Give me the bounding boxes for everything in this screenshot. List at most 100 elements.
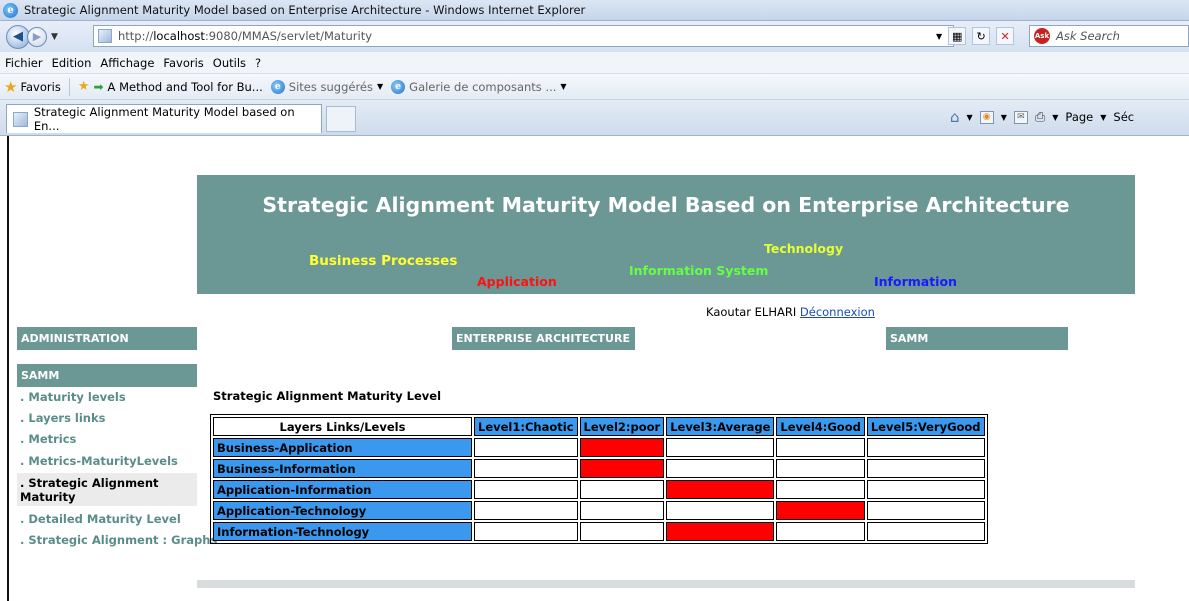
sidebar-item-detailed-maturity-level[interactable]: . Detailed Maturity Level <box>20 512 181 526</box>
feeds-dropdown-icon[interactable]: ▼ <box>1001 113 1007 122</box>
ie-logo-icon: e <box>3 2 18 18</box>
nav-administration[interactable]: ADMINISTRATION <box>17 327 197 350</box>
refresh-icon[interactable]: ↻ <box>972 27 991 45</box>
galerie-dropdown-icon[interactable]: ▼ <box>560 82 566 91</box>
table-row: Application-Technology <box>213 501 985 520</box>
url-prefix: http:// <box>118 29 154 43</box>
table-corner-header: Layers Links/Levels <box>213 417 472 436</box>
menu-favoris[interactable]: Favoris <box>163 56 203 70</box>
maturity-cell <box>474 522 578 541</box>
maturity-cell <box>666 501 775 520</box>
window-title: Strategic Alignment Maturity Model based… <box>24 3 586 17</box>
sidebar-item-layers-links[interactable]: . Layers links <box>20 411 106 425</box>
nav-samm[interactable]: SAMM <box>886 327 1068 350</box>
maturity-cell <box>776 480 865 499</box>
menu-outils[interactable]: Outils <box>213 56 246 70</box>
window-title-bar: e Strategic Alignment Maturity Model bas… <box>0 0 1189 21</box>
logout-link[interactable]: Déconnexion <box>800 305 875 319</box>
viewport-edge <box>0 136 9 601</box>
url-rest: :9080/MMAS/servlet/Maturity <box>204 29 373 43</box>
maturity-cell <box>579 480 665 499</box>
row-layer-link: Business-Application <box>213 438 472 457</box>
maturity-cell <box>776 459 865 478</box>
sites-suggested-icon: e <box>270 79 285 94</box>
maturity-cell <box>866 438 985 457</box>
new-tab-button[interactable] <box>326 106 356 132</box>
address-tools: ▼ ▦ ↻ ✕ <box>936 25 1015 47</box>
row-layer-link: Information-Technology <box>213 522 472 541</box>
maturity-cell <box>866 459 985 478</box>
maturity-cell-active <box>666 480 775 499</box>
sites-dropdown-icon[interactable]: ▼ <box>377 82 383 91</box>
sidebar-item-maturity-levels[interactable]: . Maturity levels <box>20 390 126 404</box>
browser-tab-active[interactable]: Strategic Alignment Maturity Model based… <box>6 104 322 133</box>
home-dropdown-icon[interactable]: ▼ <box>967 113 973 122</box>
banner-technology: Technology <box>764 241 844 256</box>
maturity-cell <box>579 501 665 520</box>
sidebar-item-strategic-alignment-maturity[interactable]: . Strategic Alignment Maturity <box>17 473 197 506</box>
stop-icon[interactable]: ✕ <box>996 27 1015 45</box>
sidebar-item-strategic-alignment-graphs[interactable]: . Strategic Alignment : Graphs <box>20 533 217 547</box>
forward-button[interactable]: ▶ <box>27 26 47 47</box>
section-title: Strategic Alignment Maturity Level <box>213 389 442 403</box>
maturity-cell-active <box>579 438 665 457</box>
table-row: Business-Information <box>213 459 985 478</box>
maturity-cell <box>474 501 578 520</box>
print-dropdown-icon[interactable]: ▼ <box>1052 113 1058 122</box>
banner-information-system: Information System <box>629 263 769 278</box>
command-bar: ⌂ ▼ ◉ ▼ ✉ ⎙ ▼ Page ▼ Séc <box>950 108 1134 126</box>
nav-enterprise-architecture[interactable]: ENTERPRISE ARCHITECTURE <box>452 327 635 350</box>
menu-affichage[interactable]: Affichage <box>100 56 154 70</box>
page-banner: Strategic Alignment Maturity Model Based… <box>197 175 1135 294</box>
maturity-cell <box>776 522 865 541</box>
table-body: Business-Application Business-Information… <box>213 438 985 541</box>
history-dropdown-icon[interactable]: ▼ <box>51 32 58 42</box>
favorites-button[interactable]: Favoris <box>20 80 60 94</box>
menu-edition[interactable]: Edition <box>52 56 92 70</box>
banner-title: Strategic Alignment Maturity Model Based… <box>262 193 1070 217</box>
level-header: Level5:VeryGood <box>866 417 985 436</box>
ask-logo-icon: Ask <box>1034 28 1050 44</box>
level-header: Level1:Chaotic <box>474 417 578 436</box>
compatibility-view-icon[interactable]: ▦ <box>948 27 967 45</box>
address-input[interactable]: http://localhost:9080/MMAS/servlet/Matur… <box>93 25 954 47</box>
page-menu[interactable]: Page <box>1065 110 1093 124</box>
maturity-cell <box>474 480 578 499</box>
favorites-star-icon[interactable]: ★ <box>4 78 17 96</box>
maturity-cell-active <box>579 459 665 478</box>
favorites-bar: ★ Favoris ★ ➡ A Method and Tool for Bu..… <box>0 74 1189 100</box>
sidebar-section-samm[interactable]: SAMM <box>17 364 197 387</box>
mail-icon[interactable]: ✉ <box>1013 110 1028 124</box>
page-dropdown-icon[interactable]: ▼ <box>1100 113 1106 122</box>
table-header-row: Layers Links/Levels Level1:Chaotic Level… <box>213 417 985 436</box>
fav-item-method-tool[interactable]: A Method and Tool for Bu... <box>108 80 263 94</box>
fav-item-galerie[interactable]: Galerie de composants ... <box>409 80 556 94</box>
page-favicon-icon <box>98 29 112 43</box>
gallery-icon: e <box>391 79 406 94</box>
banner-application: Application <box>477 274 557 289</box>
sidebar-item-metrics-maturity-levels[interactable]: . Metrics-MaturityLevels <box>20 454 178 468</box>
menu-help[interactable]: ? <box>255 56 261 70</box>
maturity-cell <box>474 438 578 457</box>
print-icon[interactable]: ⎙ <box>1035 110 1045 125</box>
home-icon[interactable]: ⌂ <box>950 108 960 126</box>
search-input[interactable]: Ask Ask Search <box>1029 25 1189 47</box>
address-dropdown-icon[interactable]: ▼ <box>936 32 942 41</box>
search-placeholder: Ask Search <box>1056 29 1120 43</box>
sidebar-item-metrics[interactable]: . Metrics <box>20 432 76 446</box>
maturity-table: Layers Links/Levels Level1:Chaotic Level… <box>210 414 988 544</box>
level-header: Level3:Average <box>666 417 775 436</box>
user-name: Kaoutar ELHARI <box>706 305 797 319</box>
row-layer-link: Application-Technology <box>213 501 472 520</box>
maturity-cell <box>579 522 665 541</box>
maturity-cell <box>666 459 775 478</box>
feed-arrow-icon: ➡ <box>93 79 104 94</box>
safety-menu[interactable]: Séc <box>1113 110 1134 124</box>
fav-item-sites-suggeres[interactable]: Sites suggérés <box>289 80 373 94</box>
row-layer-link: Business-Information <box>213 459 472 478</box>
feeds-icon[interactable]: ◉ <box>979 110 994 124</box>
tab-favicon-icon <box>13 111 28 127</box>
add-favorite-icon[interactable]: ★ <box>78 79 90 94</box>
url-host: localhost <box>153 29 205 43</box>
menu-fichier[interactable]: Fichier <box>5 56 43 70</box>
